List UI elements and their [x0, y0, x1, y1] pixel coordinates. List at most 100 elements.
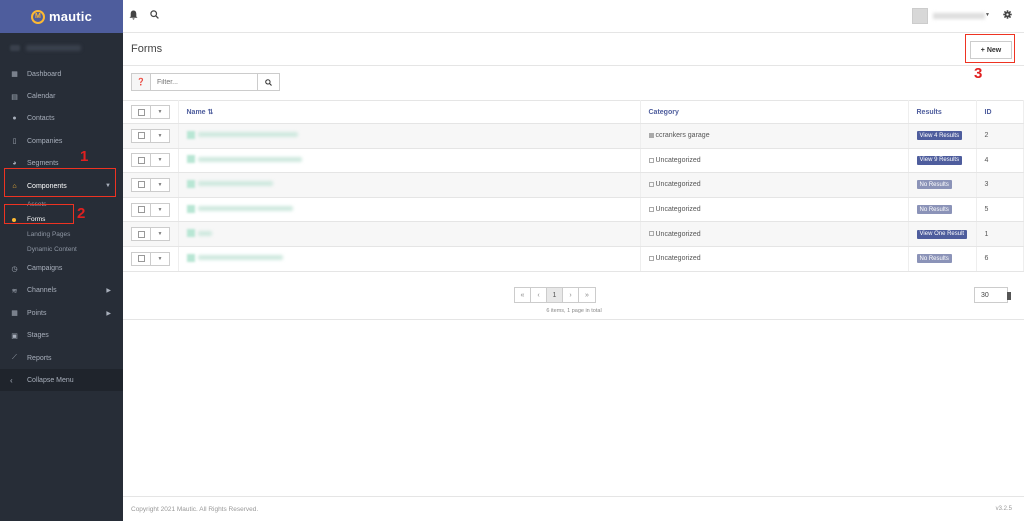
user-icon: ● [12, 115, 17, 123]
avatar[interactable] [912, 8, 928, 24]
sidebar-subitem-dynamic-content[interactable]: Dynamic Content [0, 242, 123, 257]
brand[interactable]: M mautic [0, 0, 123, 33]
search-button[interactable] [258, 73, 280, 91]
chevron-down-icon: ▼ [157, 157, 163, 164]
form-name-blurred[interactable] [186, 229, 212, 238]
sidebar-item-label: Segments [27, 160, 59, 168]
annotation-number-3: 3 [974, 65, 983, 82]
sidebar-item-stages[interactable]: ▣ Stages [0, 325, 123, 347]
sidebar-item-label: Dashboard [27, 70, 62, 78]
form-name-blurred[interactable] [186, 179, 273, 188]
form-name-blurred[interactable] [186, 155, 302, 164]
annotation-box-new [965, 34, 1015, 63]
last-page-button[interactable]: » [579, 288, 595, 302]
table-row: ▼ ccrankers garage View 4 Results 2 [123, 123, 1024, 149]
category-label: ccrankers garage [655, 132, 710, 140]
sidebar-item-campaigns[interactable]: ◷ Campaigns [0, 257, 123, 279]
rss-icon: ≋ [11, 287, 18, 295]
category-color-icon [648, 231, 654, 237]
caret-down-icon[interactable]: ▼ [985, 12, 990, 18]
sidebar-item-reports[interactable]: ⟋ Reports [0, 347, 123, 369]
page-header: Forms + New [123, 33, 1024, 66]
search-icon [265, 78, 272, 86]
form-name-blurred[interactable] [186, 204, 293, 213]
sidebar-item-calendar[interactable]: ▤ Calendar [0, 85, 123, 107]
select-all-checkbox[interactable]: ▼ [131, 105, 170, 119]
column-header-name[interactable]: Name ⇅ [178, 100, 641, 124]
per-page-select[interactable]: 30 [974, 287, 1011, 303]
row-checkbox[interactable]: ▼ [131, 251, 170, 266]
stages-icon: ▣ [11, 332, 18, 340]
category-label: Uncategorized [655, 230, 701, 238]
filter-bar: ❓ [131, 73, 280, 91]
row-checkbox[interactable]: ▼ [131, 177, 170, 192]
chevron-down-icon: ▼ [157, 206, 163, 213]
row-checkbox[interactable]: ▼ [131, 202, 170, 217]
column-header-id[interactable]: ID [976, 100, 1024, 124]
annotation-number-2: 2 [77, 205, 86, 222]
table-row: ▼ Uncategorized No Results 3 [123, 172, 1024, 198]
sidebar-item-label: Contacts [27, 115, 55, 123]
filter-input[interactable] [151, 73, 258, 91]
search-icon[interactable] [150, 10, 159, 21]
row-checkbox[interactable]: ▼ [131, 227, 170, 242]
sidebar-item-label: Stages [27, 332, 49, 340]
results-badge: No Results [916, 180, 952, 190]
sidebar: M mautic ▦ Dashboard ▤ Calendar ● Contacts … [0, 0, 123, 521]
topbar: ▼ [123, 0, 1024, 33]
spinner-icon [1007, 292, 1011, 300]
sidebar-item-companies[interactable]: ▯ Companies [0, 130, 123, 152]
row-checkbox[interactable]: ▼ [131, 153, 170, 168]
next-page-button[interactable]: › [563, 288, 579, 302]
form-name-blurred[interactable] [186, 253, 283, 262]
table-row: ▼ Uncategorized No Results 6 [123, 246, 1024, 272]
first-page-button[interactable]: « [515, 288, 531, 302]
id-cell: 2 [976, 123, 1024, 149]
bell-icon[interactable] [129, 10, 138, 22]
version-text: v3.2.5 [995, 506, 1012, 512]
question-icon[interactable]: ❓ [131, 73, 151, 91]
annotation-box-components [4, 168, 116, 197]
building-icon: ▯ [12, 138, 17, 146]
category-color-icon [648, 206, 654, 212]
sidebar-item-label: Channels [27, 287, 57, 295]
results-badge[interactable]: View 9 Results [916, 155, 963, 165]
results-badge: No Results [916, 205, 952, 215]
sidebar-item-points[interactable]: ▦ Points ▶ [0, 302, 123, 324]
category-color-icon [648, 182, 654, 188]
chevron-down-icon: ▼ [157, 132, 163, 139]
sidebar-item-contacts[interactable]: ● Contacts [0, 108, 123, 130]
collapse-menu-button[interactable]: ‹ Collapse Menu [0, 369, 123, 392]
sidebar-item-dashboard[interactable]: ▦ Dashboard [0, 63, 123, 85]
chevron-down-icon: ▼ [157, 181, 163, 188]
gear-icon[interactable] [1003, 10, 1012, 21]
id-cell: 3 [976, 172, 1024, 198]
chevron-down-icon: ▼ [157, 255, 163, 262]
sidebar-subitem-label: Dynamic Content [27, 246, 77, 254]
sidebar-user-blurred [0, 33, 123, 63]
sidebar-item-channels[interactable]: ≋ Channels ▶ [0, 280, 123, 302]
caret-right-icon: ▶ [106, 310, 111, 317]
id-cell: 6 [976, 246, 1024, 272]
results-badge[interactable]: View 4 Results [916, 131, 963, 141]
results-badge: No Results [916, 254, 952, 264]
prev-page-button[interactable]: ‹ [531, 288, 547, 302]
list-divider [123, 319, 1024, 320]
sidebar-subitem-landing-pages[interactable]: Landing Pages [0, 227, 123, 242]
results-badge[interactable]: View One Result [916, 229, 968, 239]
id-cell: 4 [976, 148, 1024, 174]
column-header-category[interactable]: Category [640, 100, 909, 124]
main-content: Forms +New ❓ ▼ Name ⇅ Category Results I… [123, 33, 1024, 496]
form-name-blurred[interactable] [186, 130, 298, 139]
table-row: ▼ Uncategorized View One Result 1 [123, 221, 1024, 247]
annotation-number-1: 1 [80, 148, 89, 165]
column-header-results[interactable]: Results [908, 100, 977, 124]
sidebar-item-label: Calendar [27, 93, 56, 101]
id-cell: 5 [976, 197, 1024, 223]
user-name-blurred[interactable] [933, 13, 985, 19]
row-checkbox[interactable]: ▼ [131, 128, 170, 143]
current-page-button[interactable]: 1 [547, 288, 563, 302]
copyright-text: Copyright 2021 Mautic. All Rights Reserv… [131, 506, 259, 513]
sidebar-subitem-label: Landing Pages [27, 231, 71, 239]
category-label: Uncategorized [655, 206, 701, 214]
